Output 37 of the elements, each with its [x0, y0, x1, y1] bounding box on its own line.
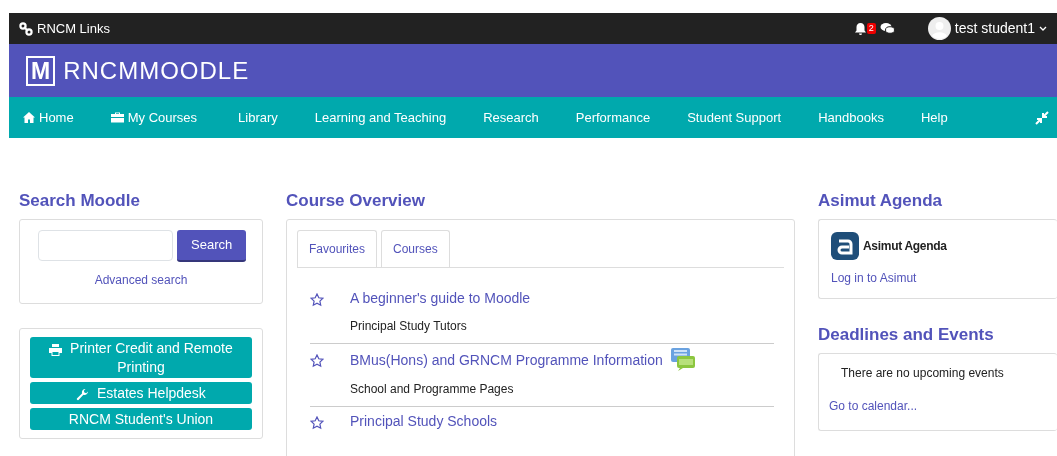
advanced-search-link[interactable]: Advanced search	[94, 272, 188, 287]
course-link[interactable]: BMus(Hons) and GRNCM Programme Information	[350, 349, 663, 371]
block-heading: Course Overview	[286, 191, 426, 212]
calendar-link[interactable]: Go to calendar...	[829, 399, 918, 414]
chat-icon[interactable]	[879, 22, 895, 35]
tab[interactable]: Courses	[381, 230, 450, 268]
search-field[interactable]	[38, 230, 173, 262]
links-menu[interactable]: RNCM Links	[37, 18, 110, 39]
empty-message: There are no upcoming events	[840, 365, 1005, 383]
home-icon	[23, 112, 35, 123]
login-link[interactable]: Log in to Asimut	[831, 271, 917, 286]
caret-icon[interactable]	[1039, 25, 1047, 32]
bell-icon[interactable]	[853, 21, 867, 36]
briefcase-icon	[110, 112, 124, 123]
wrench-icon	[76, 387, 90, 401]
star-icon[interactable]	[310, 354, 324, 369]
logo-text[interactable]: RNCMMOODLE	[63, 52, 250, 89]
app-name: Asimut Agenda	[863, 238, 947, 256]
block-heading: Deadlines and Events	[818, 324, 995, 346]
star-icon[interactable]	[310, 415, 324, 430]
block-heading: Asimut Agenda	[818, 191, 944, 212]
course-category: Principal Study Tutors	[350, 318, 468, 336]
block-heading: Search Moodle	[19, 191, 141, 212]
link-icon	[19, 21, 33, 36]
logo-mark[interactable]: M	[26, 55, 56, 86]
collapse-icon[interactable]	[1035, 110, 1049, 125]
course-link[interactable]: Principal Study Schools	[350, 411, 498, 433]
user-menu[interactable]: test student1	[954, 18, 1035, 39]
tab[interactable]: Favourites	[297, 230, 378, 268]
avatar-icon[interactable]	[927, 17, 951, 40]
course-link[interactable]: A beginner's guide to Moodle	[350, 288, 531, 310]
course-category: School and Programme Pages	[350, 381, 515, 399]
asimut-logo-icon	[831, 232, 859, 261]
printer-icon	[49, 343, 63, 356]
star-icon[interactable]	[310, 292, 324, 307]
notification-badge: 2	[866, 23, 876, 34]
search-button[interactable]: Search	[177, 230, 247, 262]
